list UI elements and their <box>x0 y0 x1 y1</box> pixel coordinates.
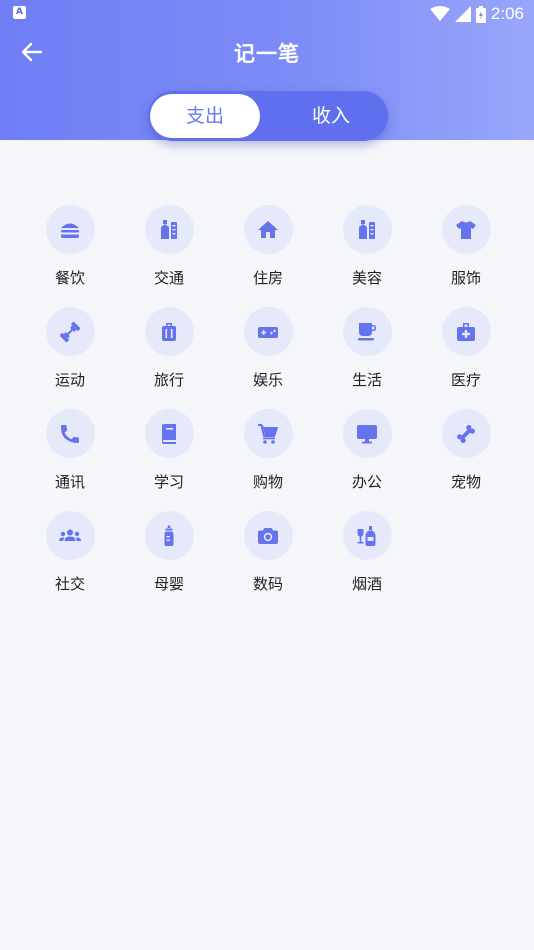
bottle-ruler-icon <box>342 205 392 254</box>
status-indicators: 2:06 <box>429 3 524 25</box>
category-label: 社交 <box>54 575 85 593</box>
category-label: 运动 <box>54 371 85 389</box>
category-communication[interactable]: 通讯 <box>20 409 120 499</box>
category-label: 服饰 <box>450 269 481 287</box>
category-travel[interactable]: 旅行 <box>119 307 219 397</box>
category-label: 餐饮 <box>54 269 85 287</box>
category-tobacco-alcohol[interactable]: 烟酒 <box>317 511 417 601</box>
cell-signal-icon <box>454 6 471 22</box>
bone-icon <box>441 409 491 458</box>
category-label: 宠物 <box>450 473 481 491</box>
category-label: 通讯 <box>54 473 85 491</box>
category-dining[interactable]: 餐饮 <box>20 205 120 295</box>
category-label: 住房 <box>252 269 283 287</box>
category-sports[interactable]: 运动 <box>20 307 120 397</box>
luggage-icon <box>144 307 194 356</box>
app-notification-icon: A <box>13 6 26 19</box>
category-label: 烟酒 <box>351 575 382 593</box>
category-entertainment[interactable]: 娱乐 <box>218 307 318 397</box>
category-label: 母婴 <box>153 575 184 593</box>
category-study[interactable]: 学习 <box>119 409 219 499</box>
monitor-icon <box>342 409 392 458</box>
category-social[interactable]: 社交 <box>20 511 120 601</box>
group-icon <box>45 511 95 560</box>
nav-bar: 记一笔 <box>0 32 534 72</box>
type-toggle: 支出 收入 <box>148 91 388 141</box>
wifi-icon <box>429 6 450 21</box>
category-digital[interactable]: 数码 <box>218 511 318 601</box>
category-living[interactable]: 生活 <box>317 307 417 397</box>
category-label: 数码 <box>252 575 283 593</box>
book-icon <box>144 409 194 458</box>
dumbbell-icon <box>45 307 95 356</box>
category-housing[interactable]: 住房 <box>218 205 318 295</box>
category-shopping[interactable]: 购物 <box>218 409 318 499</box>
category-label: 办公 <box>351 473 382 491</box>
category-baby[interactable]: 母婴 <box>119 511 219 601</box>
burger-icon <box>45 205 95 254</box>
category-medical[interactable]: 医疗 <box>416 307 516 397</box>
category-label: 娱乐 <box>252 371 283 389</box>
category-label: 医疗 <box>450 371 481 389</box>
category-label: 交通 <box>153 269 184 287</box>
category-label: 旅行 <box>153 371 184 389</box>
category-pets[interactable]: 宠物 <box>416 409 516 499</box>
header: A 2:06 记一笔 支出 收入 <box>0 0 534 141</box>
category-label: 购物 <box>252 473 283 491</box>
wine-bottle-icon <box>342 511 392 560</box>
category-label: 美容 <box>351 269 382 287</box>
tab-income[interactable]: 收入 <box>276 94 386 138</box>
camera-icon <box>243 511 293 560</box>
category-label: 学习 <box>153 473 184 491</box>
category-clothing[interactable]: 服饰 <box>416 205 516 295</box>
baby-bottle-icon <box>144 511 194 560</box>
status-bar: A 2:06 <box>0 0 534 28</box>
battery-icon <box>475 5 486 23</box>
category-office[interactable]: 办公 <box>317 409 417 499</box>
page-title: 记一笔 <box>234 42 300 66</box>
phone-icon <box>45 409 95 458</box>
tshirt-icon <box>441 205 491 254</box>
tab-expense[interactable]: 支出 <box>150 94 260 138</box>
gamepad-icon <box>243 307 293 356</box>
medical-kit-icon <box>441 307 491 356</box>
category-label: 生活 <box>351 371 382 389</box>
status-time: 2:06 <box>490 4 524 23</box>
coffee-cup-icon <box>342 307 392 356</box>
category-beauty[interactable]: 美容 <box>317 205 417 295</box>
bottle-ruler-icon <box>144 205 194 254</box>
house-icon <box>243 205 293 254</box>
cart-icon <box>243 409 293 458</box>
category-transport[interactable]: 交通 <box>119 205 219 295</box>
